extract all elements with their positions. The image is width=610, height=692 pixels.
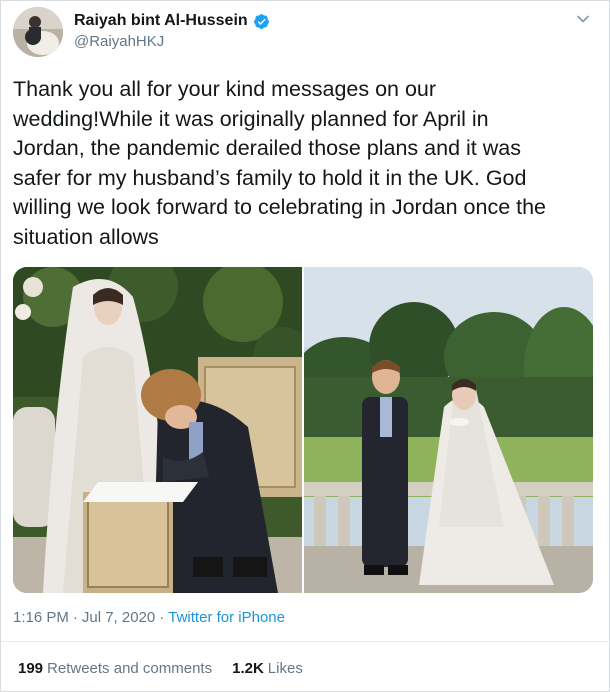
retweets-count: 199: [18, 660, 44, 677]
chevron-down-icon[interactable]: [576, 12, 590, 26]
likes-stat[interactable]: 1.2K Likes: [232, 660, 303, 677]
tweet-source-link[interactable]: Twitter for iPhone: [168, 609, 285, 626]
meta-separator: ·: [72, 609, 78, 626]
avatar[interactable]: [13, 7, 63, 57]
divider: [0, 641, 610, 642]
tweet-timestamp-row: 1:16 PM · Jul 7, 2020 · Twitter for iPho…: [13, 609, 285, 626]
likes-label: Likes: [267, 660, 303, 677]
tweet-date[interactable]: Jul 7, 2020: [82, 609, 155, 626]
verified-badge-icon: [253, 13, 269, 29]
likes-count: 1.2K: [232, 660, 264, 677]
retweets-stat[interactable]: 199 Retweets and comments: [18, 660, 212, 677]
author-handle[interactable]: @RaiyahHKJ: [74, 33, 164, 50]
tweet-card: Raiyah bint Al-Hussein @RaiyahHKJ Thank …: [0, 0, 610, 692]
author-name[interactable]: Raiyah bint Al-Hussein: [74, 12, 248, 30]
tweet-time[interactable]: 1:16 PM: [13, 609, 69, 626]
meta-separator: ·: [159, 609, 165, 626]
media-grid: [13, 267, 593, 593]
tweet-text: Thank you all for your kind messages on …: [13, 77, 547, 249]
wedding-signing-photo[interactable]: [13, 267, 302, 593]
retweets-label: Retweets and comments: [47, 660, 213, 677]
author-name-row[interactable]: Raiyah bint Al-Hussein: [74, 12, 270, 30]
tweet-stats-row: 199 Retweets and comments 1.2K Likes: [18, 660, 303, 677]
wedding-garden-photo[interactable]: [304, 267, 593, 593]
